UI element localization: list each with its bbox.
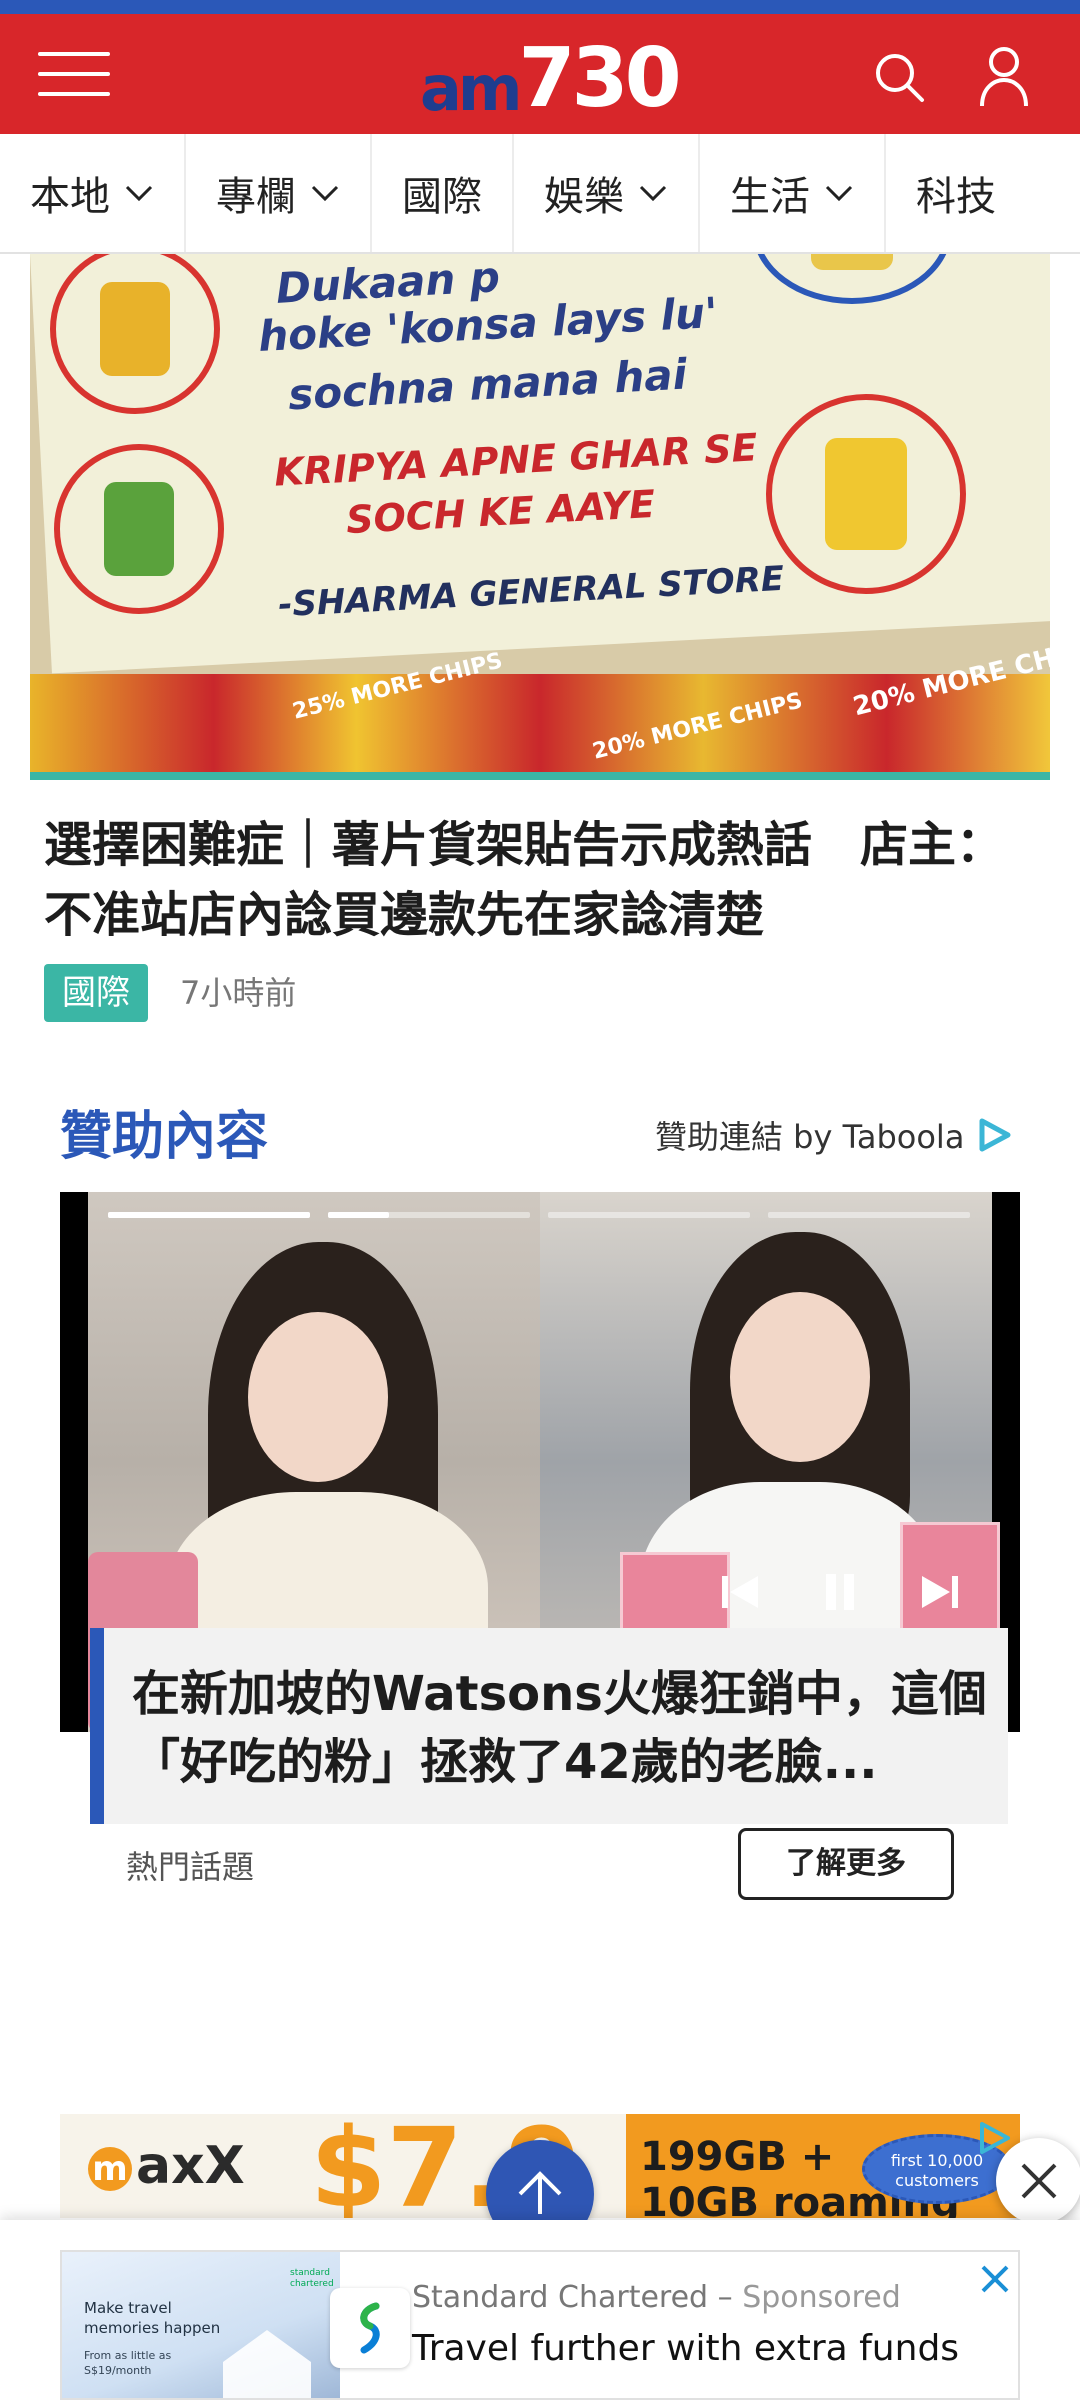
ad-headline: Travel further with extra funds xyxy=(412,2328,960,2369)
publish-time: 7小時前 xyxy=(180,974,297,1012)
sponsored-section-title: 贊助內容 xyxy=(60,1107,269,1167)
chips-pack-circle xyxy=(766,394,966,594)
nav-label: 本地 xyxy=(30,174,110,220)
chips-label: 25% MORE CHIPS xyxy=(290,648,506,725)
site-logo[interactable]: am 730 xyxy=(420,31,682,126)
story-progress-2 xyxy=(328,1212,530,1218)
ad-thumbnail: standard chartered Make travel memories … xyxy=(62,2252,340,2398)
learn-more-button[interactable]: 了解更多 xyxy=(738,1828,954,1900)
sticky-bottom-ad-bar: standard chartered Make travel memories … xyxy=(0,2220,1080,2400)
chevron-down-icon xyxy=(125,185,153,202)
site-header: am 730 xyxy=(0,14,1080,134)
thumb-brand: standard chartered xyxy=(290,2268,334,2289)
nav-item-tech[interactable]: 科技 xyxy=(886,134,1026,252)
thumb-small-text: From as little as S$19/month xyxy=(84,2349,172,2377)
video-caption: 在新加坡的Watsons火爆狂銷中，這個「好吃的粉」拯救了42歲的老臉... xyxy=(132,1666,987,1790)
nav-label: 娛樂 xyxy=(544,174,624,220)
sponsored-source: 熱門話題 xyxy=(126,1848,255,1886)
video-caption-box[interactable]: 在新加坡的Watsons火爆狂銷中，這個「好吃的粉」拯救了42歲的老臉... xyxy=(90,1628,1008,1824)
banner-brand: m axX xyxy=(88,2136,245,2196)
nav-item-local[interactable]: 本地 xyxy=(0,134,186,252)
story-progress-1 xyxy=(108,1212,310,1218)
arrow-up-icon xyxy=(518,2171,562,2214)
logo-number: 730 xyxy=(518,31,681,126)
nav-item-entertainment[interactable]: 娛樂 xyxy=(514,134,700,252)
article-hero-image[interactable]: Dukaan p hoke 'konsa lays lu' sochna man… xyxy=(30,254,1050,780)
sponsored-label: Sponsored xyxy=(742,2280,901,2315)
nav-item-international[interactable]: 國際 xyxy=(372,134,514,252)
next-icon[interactable] xyxy=(910,1562,970,1622)
person-face xyxy=(248,1312,388,1482)
chevron-down-icon xyxy=(639,185,667,202)
sponsored-ad-card[interactable]: standard chartered Make travel memories … xyxy=(60,2250,1020,2400)
standard-chartered-logo-icon xyxy=(330,2288,410,2368)
pause-icon[interactable] xyxy=(810,1562,870,1622)
nav-label: 科技 xyxy=(916,174,996,220)
attribution-text: 贊助連結 by Taboola xyxy=(655,1118,965,1156)
nav-label: 國際 xyxy=(402,174,482,220)
previous-icon[interactable] xyxy=(710,1562,770,1622)
logo-prefix: am xyxy=(420,52,522,125)
chips-shelf: 25% MORE CHIPS 20% MORE CHIPS 20% MORE C… xyxy=(30,632,1050,780)
nav-item-column[interactable]: 專欄 xyxy=(186,134,372,252)
category-nav: 本地 專欄 國際 娛樂 生活 科技 xyxy=(0,134,1080,254)
chips-pack-circle xyxy=(54,444,224,614)
close-icon xyxy=(1021,2163,1057,2199)
taboola-attribution[interactable]: 贊助連結 by Taboola xyxy=(655,1112,1014,1158)
category-tag[interactable]: 國際 xyxy=(44,964,148,1022)
close-icon[interactable] xyxy=(978,2262,1012,2296)
chips-label: 20% MORE CHIPS xyxy=(850,631,1050,723)
story-progress-3 xyxy=(548,1212,750,1218)
user-account-icon[interactable] xyxy=(976,44,1032,110)
chips-label: 20% MORE CHIPS xyxy=(590,688,806,765)
taboola-logo-icon xyxy=(979,1118,1011,1152)
chevron-down-icon xyxy=(311,185,339,202)
close-banner-button[interactable] xyxy=(996,2138,1080,2224)
brand-text: axX xyxy=(136,2136,245,2196)
story-progress-4 xyxy=(768,1212,970,1218)
castle-illustration xyxy=(223,2330,311,2398)
ad-advertiser: Standard Chartered – Sponsored xyxy=(412,2280,901,2315)
nav-label: 生活 xyxy=(730,174,810,220)
chevron-down-icon xyxy=(825,185,853,202)
advertiser-separator: – xyxy=(717,2280,733,2315)
person-face xyxy=(730,1292,870,1462)
top-accent-strip xyxy=(0,0,1080,14)
nav-label: 專欄 xyxy=(216,174,296,220)
hamburger-menu-icon[interactable] xyxy=(38,48,110,100)
nav-item-lifestyle[interactable]: 生活 xyxy=(700,134,886,252)
hero-underline xyxy=(30,772,1050,780)
thumb-text: Make travel memories happen xyxy=(84,2299,221,2337)
search-icon[interactable] xyxy=(870,48,930,108)
advertiser-name: Standard Chartered xyxy=(412,2280,709,2315)
article-headline[interactable]: 選擇困難症｜薯片貨架貼告示成熱話 店主：不准站店內諗買邊款先在家諗清楚 xyxy=(44,810,1044,950)
